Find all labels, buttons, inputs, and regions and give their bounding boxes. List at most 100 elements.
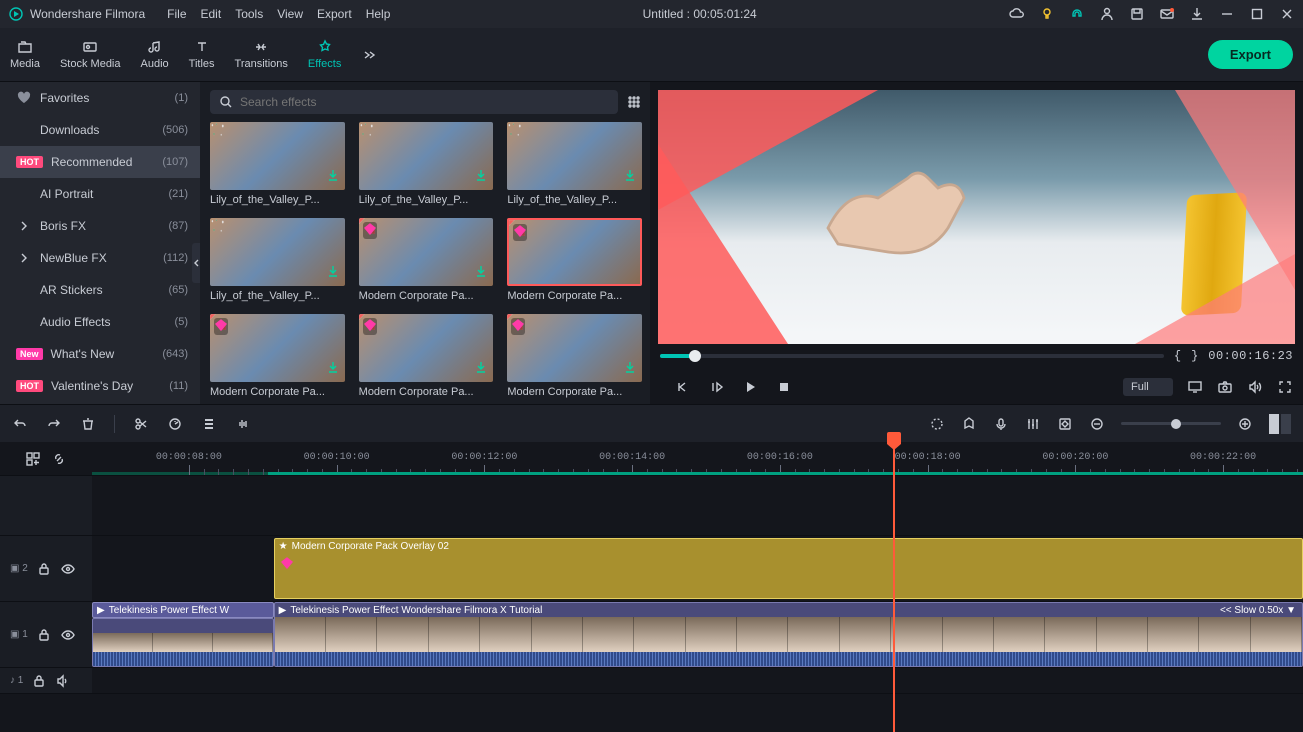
message-icon[interactable] bbox=[1159, 6, 1175, 22]
idea-icon[interactable] bbox=[1039, 6, 1055, 22]
effect-thumb[interactable] bbox=[359, 314, 494, 382]
tab-audio[interactable]: Audio bbox=[141, 39, 169, 70]
play-pause-icon[interactable] bbox=[708, 379, 724, 395]
download-effect-icon[interactable] bbox=[325, 167, 341, 186]
delete-icon[interactable] bbox=[80, 416, 96, 432]
download-effect-icon[interactable] bbox=[473, 263, 489, 282]
sidebar-item-favorites[interactable]: Favorites(1) bbox=[0, 82, 200, 114]
play-icon[interactable] bbox=[742, 379, 758, 395]
volume-icon[interactable] bbox=[1247, 379, 1263, 395]
download-icon[interactable] bbox=[1189, 6, 1205, 22]
menu-edit[interactable]: Edit bbox=[201, 7, 222, 21]
sidebar-item-what-s-new[interactable]: NewWhat's New(643) bbox=[0, 338, 200, 370]
effect-thumb[interactable] bbox=[507, 122, 642, 190]
mark-out-icon[interactable]: } bbox=[1191, 349, 1198, 363]
view-mode-toggle[interactable] bbox=[1269, 414, 1291, 434]
effect-thumb[interactable] bbox=[210, 218, 345, 286]
preview-canvas[interactable] bbox=[658, 90, 1295, 344]
lock-icon[interactable] bbox=[36, 627, 52, 643]
zoom-slider[interactable] bbox=[1121, 422, 1221, 425]
search-effects-box[interactable] bbox=[210, 90, 618, 114]
effect-thumb[interactable] bbox=[210, 314, 345, 382]
display-icon[interactable] bbox=[1187, 379, 1203, 395]
track-lane-1[interactable]: ▶ Telekinesis Power Effect W ▶ Telekines… bbox=[92, 602, 1303, 667]
track-lane-2[interactable]: ★Modern Corporate Pack Overlay 02 bbox=[92, 536, 1303, 601]
download-effect-icon[interactable] bbox=[622, 359, 638, 378]
keyframe-icon[interactable] bbox=[1057, 416, 1073, 432]
effect-card[interactable]: Modern Corporate Pa... bbox=[210, 314, 345, 398]
effect-thumb[interactable] bbox=[359, 218, 494, 286]
account-icon[interactable] bbox=[1099, 6, 1115, 22]
effect-thumb[interactable] bbox=[507, 314, 642, 382]
lock-icon[interactable] bbox=[31, 673, 47, 689]
effect-thumb[interactable] bbox=[507, 218, 642, 286]
audio-wave-icon[interactable] bbox=[235, 416, 251, 432]
download-effect-icon[interactable] bbox=[473, 359, 489, 378]
speed-icon[interactable] bbox=[167, 416, 183, 432]
voiceover-icon[interactable] bbox=[993, 416, 1009, 432]
support-icon[interactable] bbox=[1069, 6, 1085, 22]
redo-icon[interactable] bbox=[46, 416, 62, 432]
menu-export[interactable]: Export bbox=[317, 7, 352, 21]
save-icon[interactable] bbox=[1129, 6, 1145, 22]
eye-icon[interactable] bbox=[60, 561, 76, 577]
tab-titles[interactable]: Titles bbox=[189, 39, 215, 70]
clip-speed-label[interactable]: << Slow 0.50x ▼ bbox=[1220, 605, 1296, 616]
effect-card[interactable]: Modern Corporate Pa... bbox=[359, 218, 494, 302]
tab-effects[interactable]: Effects bbox=[308, 39, 341, 70]
clip-video-intro-body[interactable] bbox=[92, 618, 274, 667]
mute-icon[interactable] bbox=[55, 673, 71, 689]
sidebar-item-newblue-fx[interactable]: NewBlue FX(112) bbox=[0, 242, 200, 274]
lock-icon[interactable] bbox=[36, 561, 52, 577]
tab-media[interactable]: Media bbox=[10, 39, 40, 70]
effect-card[interactable]: Lily_of_the_Valley_P... bbox=[507, 122, 642, 206]
clip-video-main[interactable]: ▶ Telekinesis Power Effect Wondershare F… bbox=[274, 602, 1303, 667]
track-lane-audio[interactable] bbox=[92, 668, 1303, 693]
collapse-panel-button[interactable] bbox=[192, 243, 200, 283]
download-effect-icon[interactable] bbox=[325, 359, 341, 378]
sidebar-item-ar-stickers[interactable]: AR Stickers(65) bbox=[0, 274, 200, 306]
split-icon[interactable] bbox=[133, 416, 149, 432]
tab-transitions[interactable]: Transitions bbox=[235, 39, 288, 70]
marker-icon[interactable] bbox=[961, 416, 977, 432]
download-effect-icon[interactable] bbox=[325, 263, 341, 282]
maximize-icon[interactable] bbox=[1249, 6, 1265, 22]
menu-file[interactable]: File bbox=[167, 7, 186, 21]
grid-view-icon[interactable] bbox=[626, 94, 642, 110]
more-tabs-icon[interactable] bbox=[361, 47, 377, 63]
link-icon[interactable] bbox=[51, 451, 67, 467]
effect-card[interactable]: Modern Corporate Pa... bbox=[507, 218, 642, 302]
download-effect-icon[interactable] bbox=[473, 167, 489, 186]
stop-icon[interactable] bbox=[776, 379, 792, 395]
close-icon[interactable] bbox=[1279, 6, 1295, 22]
effect-card[interactable]: Modern Corporate Pa... bbox=[507, 314, 642, 398]
mixer-icon[interactable] bbox=[1025, 416, 1041, 432]
clip-overlay[interactable]: ★Modern Corporate Pack Overlay 02 bbox=[274, 538, 1303, 599]
zoom-in-icon[interactable] bbox=[1237, 416, 1253, 432]
menu-tools[interactable]: Tools bbox=[235, 7, 263, 21]
effect-card[interactable]: Lily_of_the_Valley_P... bbox=[210, 122, 345, 206]
sidebar-item-downloads[interactable]: Downloads(506) bbox=[0, 114, 200, 146]
preview-quality-select[interactable]: Full bbox=[1123, 378, 1173, 396]
undo-icon[interactable] bbox=[12, 416, 28, 432]
download-effect-icon[interactable] bbox=[622, 167, 638, 186]
effect-card[interactable]: Lily_of_the_Valley_P... bbox=[359, 122, 494, 206]
effect-thumb[interactable] bbox=[210, 122, 345, 190]
minimize-icon[interactable] bbox=[1219, 6, 1235, 22]
sidebar-item-ai-portrait[interactable]: AI Portrait(21) bbox=[0, 178, 200, 210]
adjust-icon[interactable] bbox=[201, 416, 217, 432]
sidebar-item-recommended[interactable]: HOTRecommended(107) bbox=[0, 146, 200, 178]
snapshot-icon[interactable] bbox=[1217, 379, 1233, 395]
menu-help[interactable]: Help bbox=[366, 7, 391, 21]
tab-stock-media[interactable]: Stock Media bbox=[60, 39, 121, 70]
search-input[interactable] bbox=[240, 95, 610, 109]
effect-card[interactable]: Modern Corporate Pa... bbox=[359, 314, 494, 398]
clip-video-intro[interactable]: ▶ Telekinesis Power Effect W bbox=[92, 602, 274, 618]
zoom-out-icon[interactable] bbox=[1089, 416, 1105, 432]
render-icon[interactable] bbox=[929, 416, 945, 432]
preview-scrubber[interactable]: { } 00:00:16:23 bbox=[660, 348, 1293, 364]
mark-in-icon[interactable]: { bbox=[1174, 349, 1181, 363]
sidebar-item-boris-fx[interactable]: Boris FX(87) bbox=[0, 210, 200, 242]
sidebar-item-audio-effects[interactable]: Audio Effects(5) bbox=[0, 306, 200, 338]
effect-thumb[interactable] bbox=[359, 122, 494, 190]
